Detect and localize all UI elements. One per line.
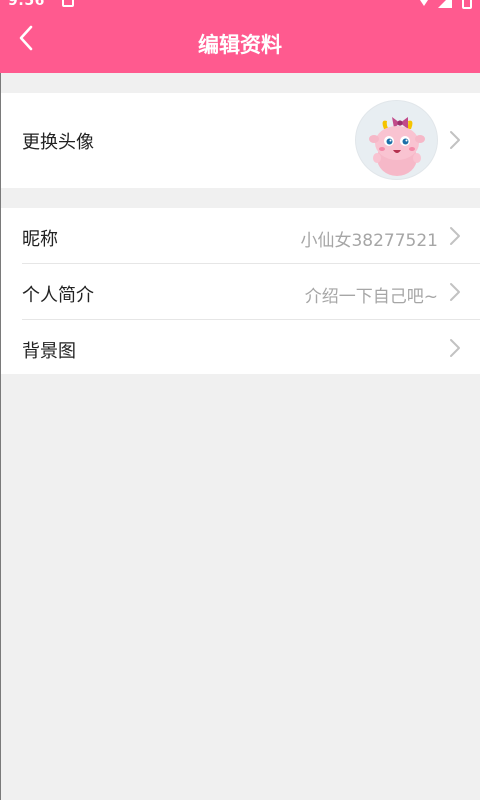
chevron-right-icon [450,227,460,245]
wifi-icon [416,0,432,6]
avatar-section: 更换头像 [0,93,480,188]
background-image-row[interactable]: 背景图 [0,320,480,374]
status-bar: 9:56 [0,0,480,10]
chevron-right-icon [450,339,460,357]
bio-label: 个人简介 [22,285,94,306]
bio-row[interactable]: 个人简介 介绍一下自己吧~ [0,264,480,319]
chevron-right-icon [450,283,460,301]
bio-value: 介绍一下自己吧~ [304,287,438,307]
background-image-label: 背景图 [22,341,76,362]
left-edge-line [0,73,1,800]
nickname-value: 小仙女38277521 [300,231,438,251]
nickname-label: 昵称 [22,229,58,250]
change-avatar-row[interactable]: 更换头像 [0,93,480,188]
notification-icon [62,0,74,7]
battery-icon [462,0,472,9]
nickname-row[interactable]: 昵称 小仙女38277521 [0,208,480,263]
cartoon-monster-avatar-icon [369,117,425,176]
app-bar: 编辑资料 [0,10,480,73]
signal-icon [438,0,452,8]
page-title: 编辑资料 [198,33,282,57]
avatar[interactable] [355,100,438,180]
change-avatar-label: 更换头像 [22,132,94,153]
profile-info-section: 昵称 小仙女38277521 个人简介 介绍一下自己吧~ 背景图 [0,208,480,374]
status-time: 9:56 [8,0,45,9]
chevron-right-icon [450,131,460,149]
